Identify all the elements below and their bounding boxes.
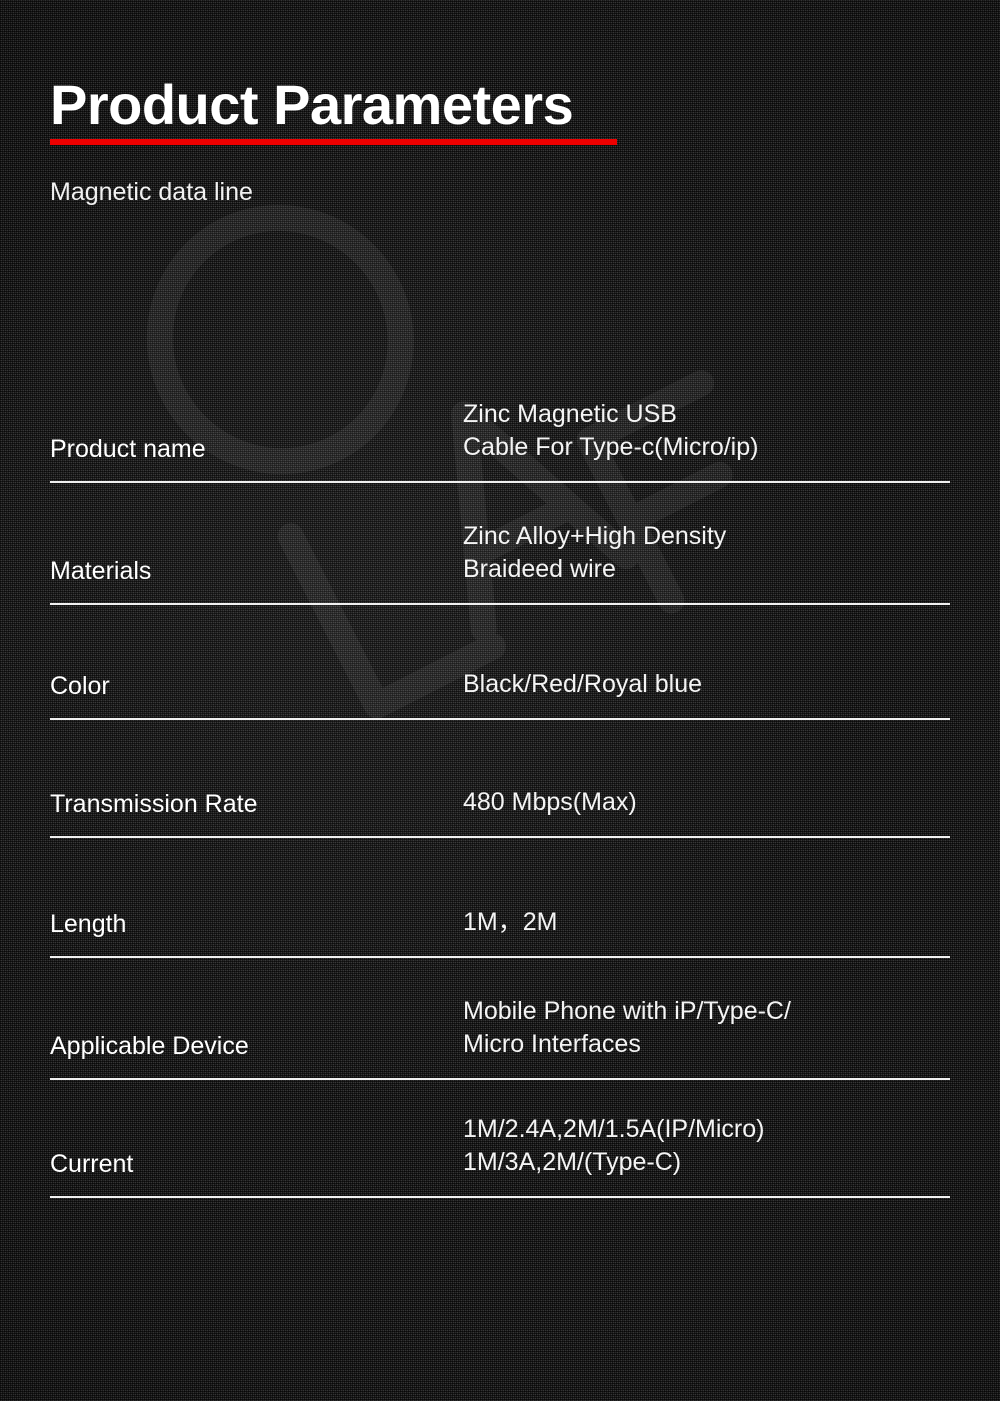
specifications-table: Product name Zinc Magnetic USB Cable For… — [50, 388, 950, 1198]
table-row: Applicable Device Mobile Phone with iP/T… — [50, 958, 950, 1080]
spec-value: 1M/2.4A,2M/1.5A(IP/Micro) 1M/3A,2M/(Type… — [463, 1113, 950, 1181]
spec-value-line: 1M/2.4A,2M/1.5A(IP/Micro) — [463, 1114, 765, 1143]
spec-value: Zinc Alloy+High Density Braideed wire — [463, 520, 950, 588]
spec-value-line: Mobile Phone with iP/Type-C/ — [463, 996, 791, 1025]
table-row: Current 1M/2.4A,2M/1.5A(IP/Micro) 1M/3A,… — [50, 1080, 950, 1198]
spec-value-line: Black/Red/Royal blue — [463, 670, 703, 699]
spec-value: 1M，2M — [463, 906, 950, 940]
spec-value-line: 1M/3A,2M/(Type-C) — [463, 1148, 682, 1177]
spec-label: Product name — [50, 434, 206, 463]
spec-label: Transmission Rate — [50, 789, 258, 818]
spec-label: Current — [50, 1149, 134, 1178]
product-parameters-page: Product Parameters Magnetic data line Pr… — [0, 0, 1000, 1401]
table-row: Color Black/Red/Royal blue — [50, 605, 950, 720]
spec-value-line: Braideed wire — [463, 555, 616, 584]
table-row: Transmission Rate 480 Mbps(Max) — [50, 720, 950, 838]
page-title: Product Parameters — [50, 73, 574, 136]
spec-value: Black/Red/Royal blue — [463, 668, 950, 702]
page-header: Product Parameters Magnetic data line — [50, 73, 950, 207]
spec-value-line: Cable For Type-c(Micro/ip) — [463, 433, 759, 462]
table-row: Materials Zinc Alloy+High Density Braide… — [50, 483, 950, 605]
spec-value-line: 1M，2M — [463, 908, 558, 937]
spec-value-line: Micro Interfaces — [463, 1030, 641, 1059]
spec-value: Mobile Phone with iP/Type-C/ Micro Inter… — [463, 995, 950, 1063]
spec-label: Materials — [50, 556, 152, 585]
spec-label: Color — [50, 671, 110, 700]
spec-label: Length — [50, 909, 127, 938]
spec-value: Zinc Magnetic USB Cable For Type-c(Micro… — [463, 398, 950, 466]
table-row: Product name Zinc Magnetic USB Cable For… — [50, 388, 950, 483]
page-subtitle: Magnetic data line — [50, 177, 253, 206]
spec-label: Applicable Device — [50, 1031, 249, 1060]
spec-value: 480 Mbps(Max) — [463, 786, 950, 820]
table-row: Length 1M，2M — [50, 838, 950, 958]
spec-value-line: Zinc Alloy+High Density — [463, 521, 727, 550]
spec-value-line: 480 Mbps(Max) — [463, 788, 637, 817]
spec-value-line: Zinc Magnetic USB — [463, 399, 677, 428]
